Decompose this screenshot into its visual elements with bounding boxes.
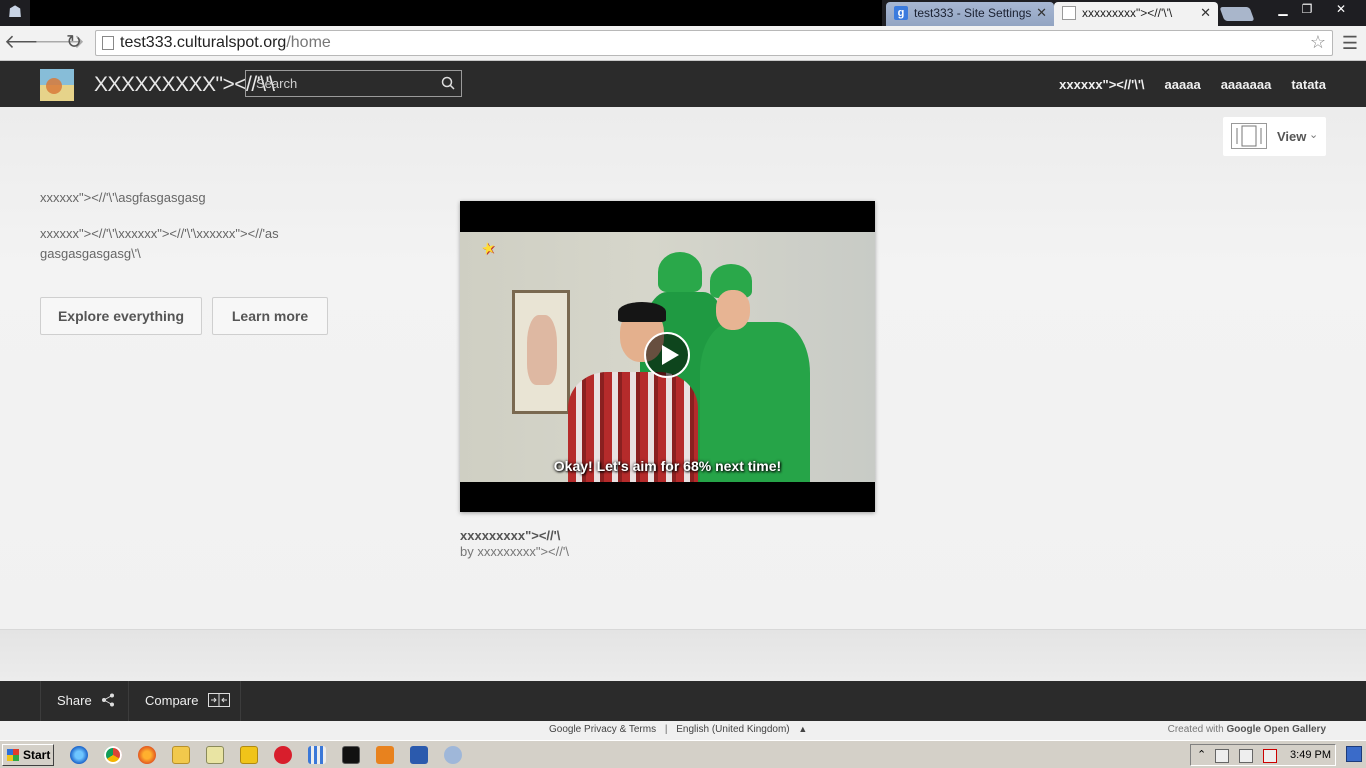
close-window-button[interactable]: ✕	[1320, 1, 1362, 17]
tab-label: test333 - Site Settings	[914, 6, 1032, 20]
back-button[interactable]: 🡐	[4, 31, 55, 55]
site-header: XXXXXXXXX"><//'\'\ xxxxxx"><//'\'\ aaaaa…	[0, 61, 1366, 107]
created-prefix: Created with	[1167, 724, 1224, 735]
network-icon[interactable]	[1239, 749, 1253, 763]
minimize-window-button[interactable]: ▁	[1272, 1, 1294, 17]
reload-button[interactable]: ↻	[62, 31, 86, 55]
browser-profile-icon[interactable]: ☗	[4, 3, 26, 23]
compare-label: Compare	[145, 693, 199, 708]
close-tab-icon[interactable]: ✕	[1200, 2, 1211, 24]
play-icon[interactable]	[644, 332, 690, 378]
footer-bar: Share Compare	[0, 681, 1366, 721]
calculator-icon[interactable]	[308, 746, 326, 764]
separator: |	[664, 724, 668, 735]
show-desktop-button[interactable]	[1346, 746, 1362, 762]
wall-poster	[512, 290, 570, 414]
intro-text-1: xxxxxx"><//'\'\asgfasgasgasg	[40, 190, 206, 205]
url-host: test333.culturalspot.org	[120, 34, 287, 51]
tab-site-settings[interactable]: g test333 - Site Settings ✕	[886, 2, 1054, 26]
video-author: by xxxxxxxxx"><//'\	[460, 544, 569, 559]
video-title[interactable]: xxxxxxxxx"><//'\	[460, 528, 560, 543]
new-tab-button[interactable]	[1219, 7, 1255, 21]
language-selector[interactable]: English (United Kingdom)	[676, 724, 789, 735]
explore-everything-button[interactable]: Explore everything	[40, 297, 202, 335]
terminal-icon[interactable]	[342, 746, 360, 764]
hair-1	[618, 302, 666, 322]
tool-icon[interactable]	[444, 746, 462, 764]
browser-titlebar: ☗ g test333 - Site Settings ✕ xxxxxxxxx"…	[0, 0, 1366, 26]
created-brand[interactable]: Google Open Gallery	[1227, 724, 1326, 735]
bookmark-star-icon[interactable]: ☆	[1310, 32, 1326, 53]
titlebar-drag-area	[30, 0, 882, 26]
privacy-terms-link[interactable]: Google Privacy & Terms	[549, 724, 656, 735]
view-button[interactable]: View ⌄	[1223, 117, 1326, 156]
compare-button[interactable]: Compare	[128, 681, 241, 721]
video-player[interactable]: ★ Okay! Let's aim for 68% next time!	[460, 201, 875, 512]
search-box	[245, 70, 462, 97]
nav-item-xxxxxx[interactable]: xxxxxx"><//'\'\	[1059, 77, 1144, 92]
tab-home[interactable]: xxxxxxxxx"><//'\'\ ✕	[1054, 2, 1218, 26]
created-with: Created with Google Open Gallery	[1168, 724, 1326, 735]
nav-item-aaaaa[interactable]: aaaaa	[1165, 77, 1201, 92]
view-layout-icon	[1231, 123, 1267, 149]
search-icon[interactable]	[441, 76, 455, 90]
intro-text-2: xxxxxx"><//'\'\xxxxxx"><//'\'\xxxxxx"></…	[40, 226, 279, 261]
compare-icon	[208, 693, 231, 707]
show-hidden-icons-icon[interactable]: ⌃	[1197, 748, 1206, 761]
sublime-icon[interactable]	[376, 746, 394, 764]
os-taskbar: Start ⌃ 3:49 PM	[0, 740, 1366, 768]
volume-muted-icon[interactable]	[1263, 749, 1277, 763]
chrome-icon[interactable]	[104, 746, 122, 764]
tab-label: xxxxxxxxx"><//'\'\	[1082, 6, 1173, 20]
view-label: View	[1277, 129, 1307, 144]
surgical-cap-1	[658, 252, 702, 292]
system-tray: ⌃ 3:49 PM	[1190, 744, 1336, 766]
outlook-icon[interactable]	[240, 746, 258, 764]
page-icon	[1062, 6, 1076, 20]
footer-spacer	[0, 629, 1366, 681]
share-button[interactable]: Share	[40, 681, 128, 721]
notepad-icon[interactable]	[206, 746, 224, 764]
page-icon	[102, 36, 114, 50]
opera-icon[interactable]	[274, 746, 292, 764]
chevron-down-icon: ⌄	[1309, 129, 1319, 141]
forward-button[interactable]: 🡒	[34, 31, 85, 55]
site-logo[interactable]	[40, 69, 74, 101]
start-button[interactable]: Start	[2, 744, 54, 766]
url-text[interactable]: test333.culturalspot.org/home	[120, 34, 331, 52]
clock[interactable]: 3:49 PM	[1290, 749, 1331, 761]
show-logo: ★	[480, 238, 496, 258]
top-navigation: xxxxxx"><//'\'\ aaaaa aaaaaaa tatata	[1059, 61, 1326, 107]
usb-icon[interactable]	[1215, 749, 1229, 763]
caret-up-icon[interactable]: ▲	[798, 724, 807, 734]
google-g-icon: g	[894, 6, 908, 20]
video-thumbnail: ★ Okay! Let's aim for 68% next time!	[460, 232, 875, 482]
ie-icon[interactable]	[70, 746, 88, 764]
address-bar[interactable]: test333.culturalspot.org/home ☆	[95, 30, 1333, 56]
video-subtitle: Okay! Let's aim for 68% next time!	[553, 458, 782, 474]
firefox-icon[interactable]	[138, 746, 156, 764]
main-content: View ⌄ xxxxxx"><//'\'\asgfasgasgasg xxxx…	[0, 107, 1366, 629]
legal-footer: Google Privacy & Terms | English (United…	[0, 721, 1366, 740]
browser-menu-icon[interactable]: ☰	[1342, 33, 1358, 54]
share-label: Share	[57, 693, 92, 708]
face-2	[716, 290, 750, 330]
url-path: /home	[286, 34, 331, 51]
search-input[interactable]	[246, 71, 434, 96]
nav-item-aaaaaaa[interactable]: aaaaaaa	[1221, 77, 1272, 92]
browser-toolbar: 🡐 🡒 ↻ test333.culturalspot.org/home ☆ ☰	[0, 26, 1366, 61]
folder-icon[interactable]	[172, 746, 190, 764]
restore-window-button[interactable]: ❐	[1296, 1, 1318, 17]
word-icon[interactable]	[410, 746, 428, 764]
close-tab-icon[interactable]: ✕	[1036, 2, 1047, 24]
share-icon	[102, 693, 115, 707]
nav-item-tatata[interactable]: tatata	[1291, 77, 1326, 92]
learn-more-button[interactable]: Learn more	[212, 297, 328, 335]
